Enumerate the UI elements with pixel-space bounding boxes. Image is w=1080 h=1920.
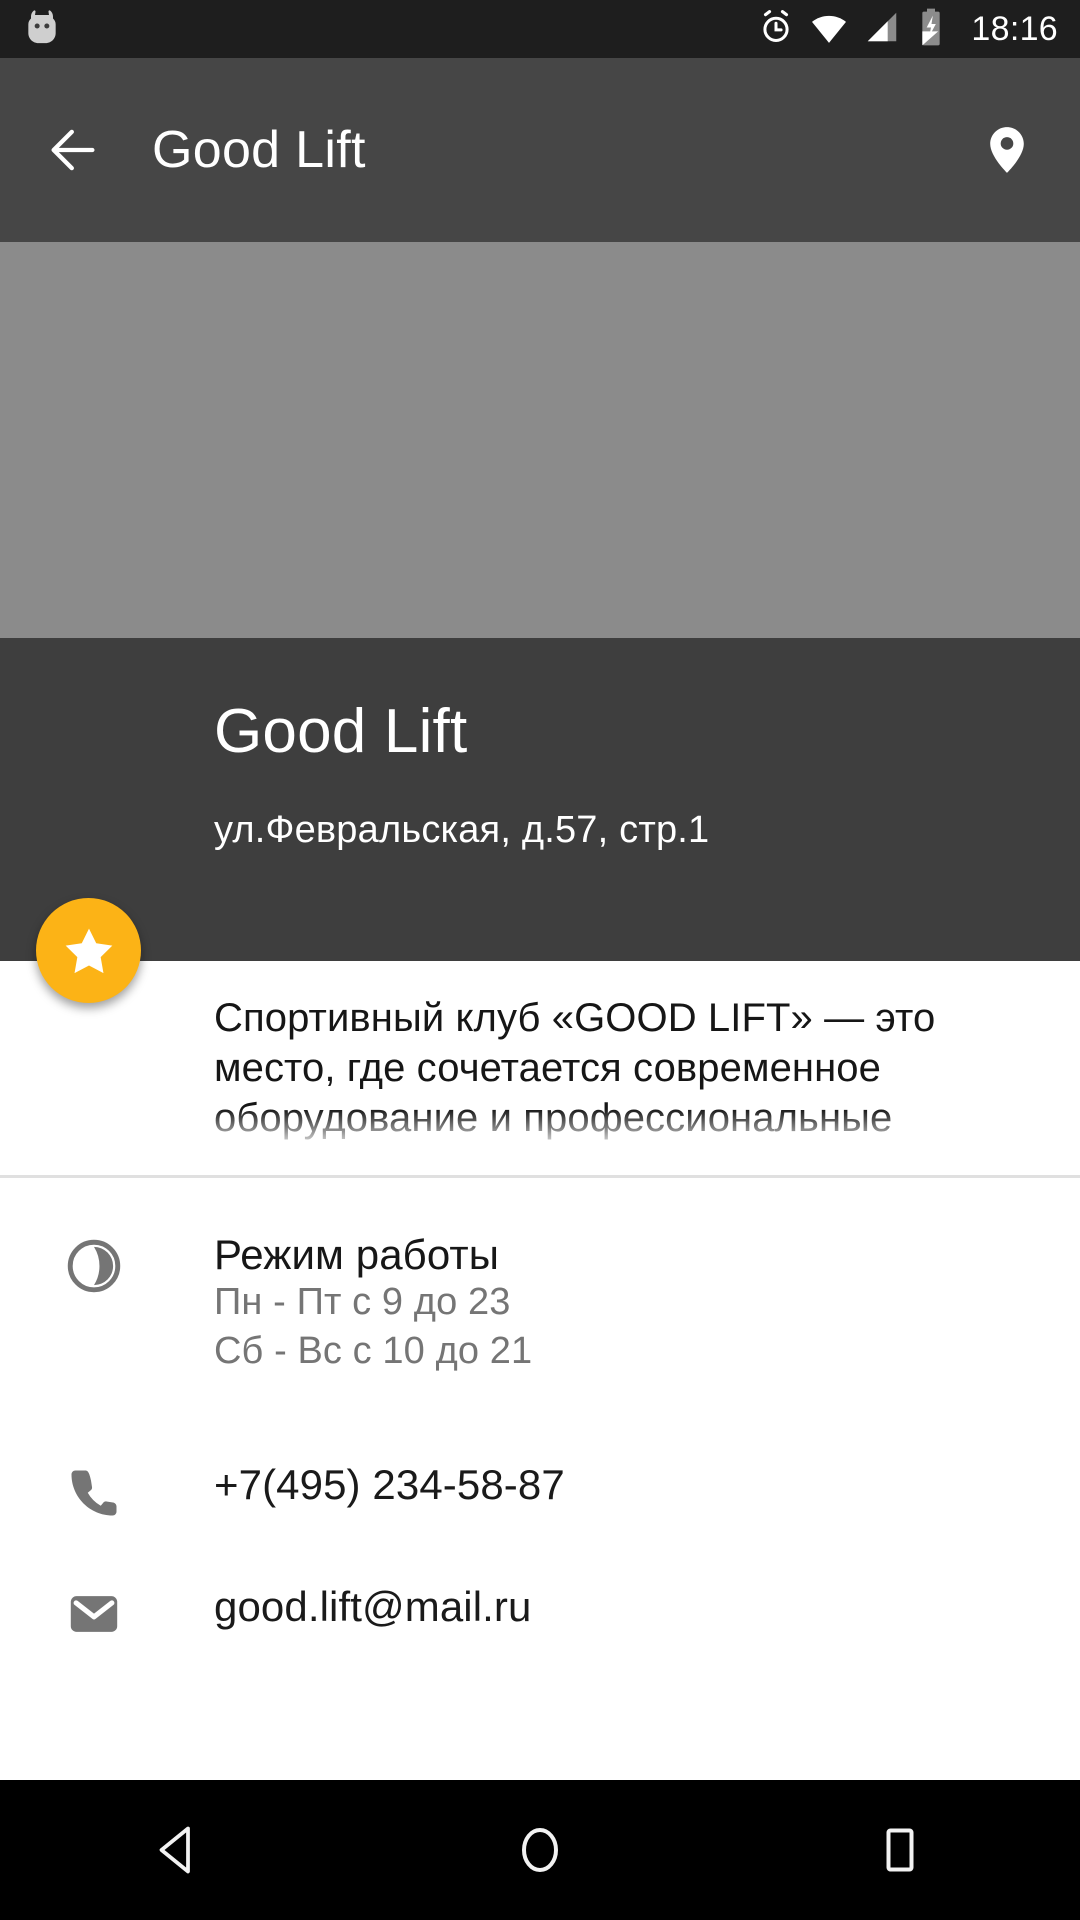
phone-icon bbox=[71, 1470, 117, 1516]
wifi-full-icon bbox=[809, 7, 849, 52]
venue-header-panel: Good Lift ул.Февральская, д.57, стр.1 bbox=[0, 638, 1080, 961]
app-toolbar: Good Lift bbox=[0, 58, 1080, 242]
email-row[interactable]: good.lift@mail.ru bbox=[0, 1583, 1080, 1643]
description-block[interactable]: Спортивный клуб «GOOD LIFT» — это место,… bbox=[0, 961, 1080, 1175]
page-title: Good Lift bbox=[152, 121, 366, 179]
show-on-map-button[interactable] bbox=[964, 107, 1050, 193]
status-bar: 18:16 bbox=[0, 0, 1080, 58]
map-pin-icon bbox=[990, 127, 1024, 173]
section-divider bbox=[0, 1175, 1080, 1178]
phone-icon-wrap bbox=[46, 1461, 142, 1523]
star-icon bbox=[65, 928, 112, 973]
email-body: good.lift@mail.ru bbox=[214, 1583, 531, 1630]
back-button[interactable] bbox=[30, 107, 116, 193]
arrow-back-icon bbox=[51, 129, 95, 171]
favorite-button[interactable] bbox=[36, 898, 141, 1003]
status-bar-right: 18:16 bbox=[757, 7, 1058, 52]
hours-title: Режим работы bbox=[214, 1231, 499, 1278]
phone-body: +7(495) 234-58-87 bbox=[214, 1461, 565, 1508]
nav-back-button[interactable] bbox=[105, 1780, 255, 1920]
nav-home-circle-icon bbox=[521, 1828, 559, 1872]
nav-home-button[interactable] bbox=[465, 1780, 615, 1920]
nav-back-triangle-icon bbox=[159, 1826, 190, 1874]
email-address: good.lift@mail.ru bbox=[214, 1583, 532, 1630]
nav-recents-button[interactable] bbox=[825, 1780, 975, 1920]
status-bar-clock: 18:16 bbox=[971, 9, 1058, 48]
description-text: Спортивный клуб «GOOD LIFT» — это место,… bbox=[214, 996, 936, 1140]
hours-row[interactable]: Режим работы Пн - Пт с 9 до 23 Сб - Вс с… bbox=[0, 1231, 1080, 1375]
android-navigation-bar bbox=[0, 1780, 1080, 1920]
envelope-icon bbox=[70, 1596, 118, 1632]
nav-recents-square-icon bbox=[886, 1828, 914, 1872]
venue-name: Good Lift bbox=[214, 697, 468, 766]
status-bar-left bbox=[22, 7, 62, 52]
cyanogenmod-logo-icon bbox=[22, 7, 62, 52]
battery-charging-icon bbox=[915, 7, 947, 52]
phone-row[interactable]: +7(495) 234-58-87 bbox=[0, 1461, 1080, 1523]
alarm-clock-icon bbox=[757, 8, 795, 51]
phone-screen: 18:16 Good Lift Good Lift ул.Февральская… bbox=[0, 0, 1080, 1920]
venue-photo bbox=[0, 242, 1080, 638]
envelope-icon-wrap bbox=[46, 1583, 142, 1643]
cellular-signal-icon bbox=[863, 8, 901, 51]
clock-half-icon bbox=[67, 1239, 121, 1293]
hours-body: Режим работы Пн - Пт с 9 до 23 Сб - Вс с… bbox=[214, 1231, 532, 1375]
venue-address: ул.Февральская, д.57, стр.1 bbox=[214, 809, 710, 851]
details-content: Спортивный клуб «GOOD LIFT» — это место,… bbox=[0, 961, 1080, 1780]
hours-weekend: Сб - Вс с 10 до 21 bbox=[214, 1329, 533, 1372]
phone-number: +7(495) 234-58-87 bbox=[214, 1461, 565, 1508]
hours-weekday: Пн - Пт с 9 до 23 bbox=[214, 1281, 511, 1324]
clock-half-icon-wrap bbox=[46, 1231, 142, 1297]
